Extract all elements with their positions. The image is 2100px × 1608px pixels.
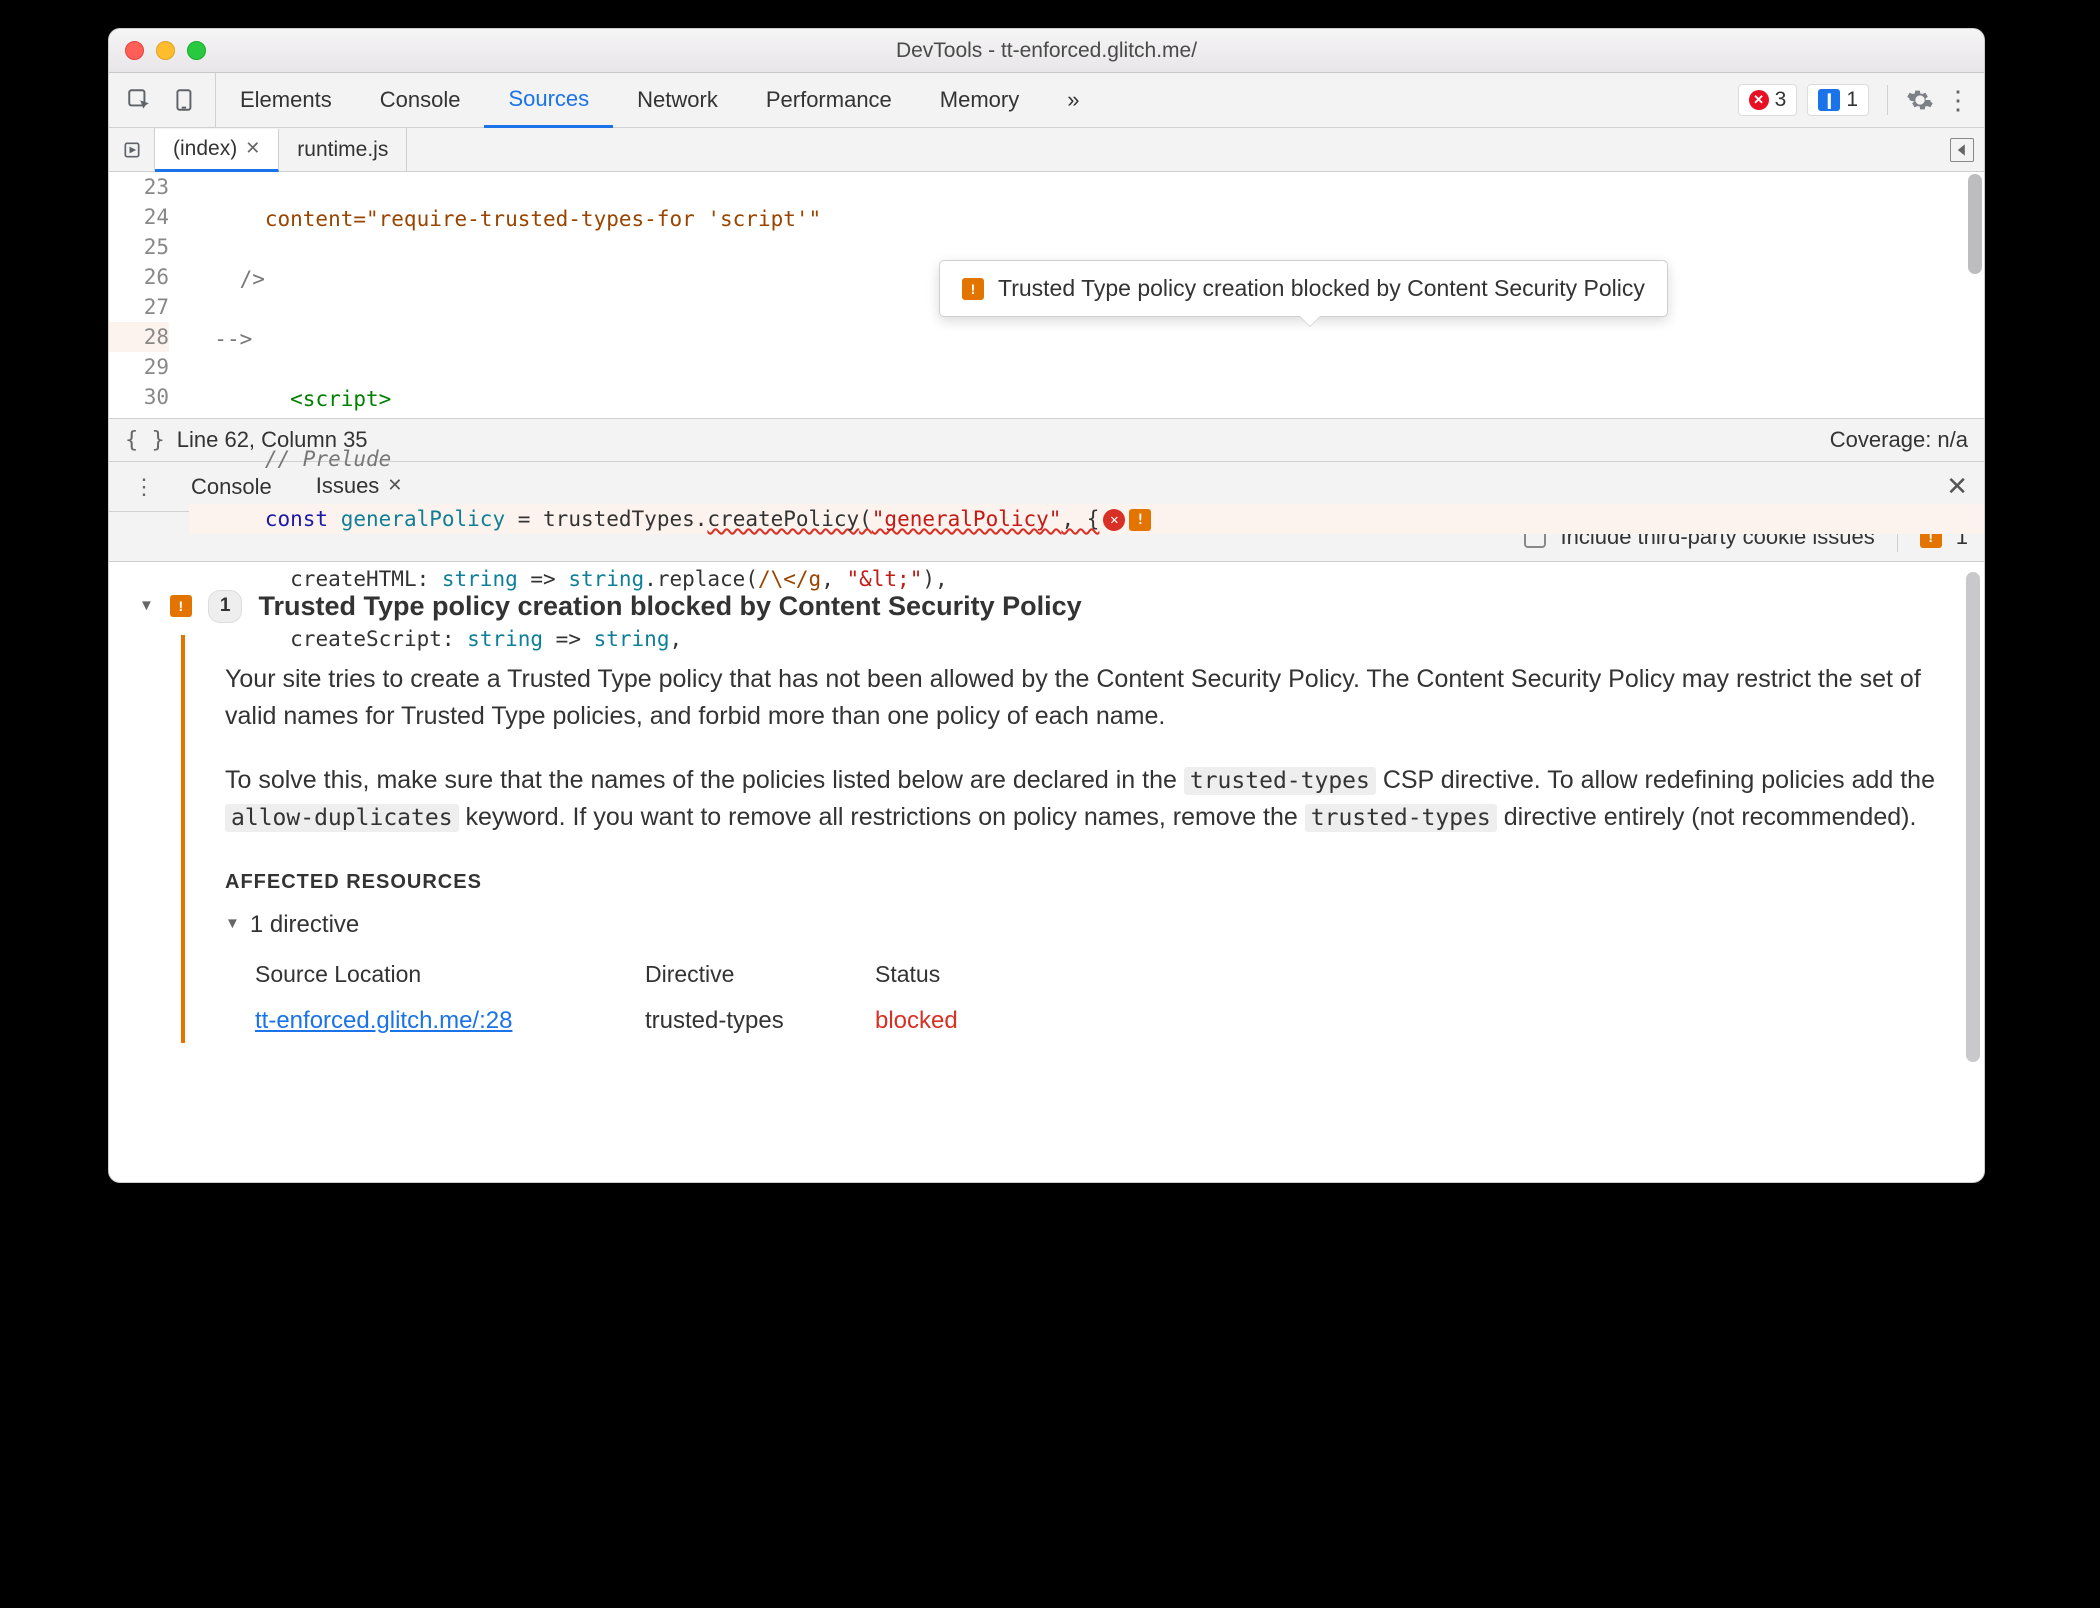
affected-table: Source Location Directive Status tt-enfo… bbox=[255, 953, 1954, 1044]
affected-resources-heading: AFFECTED RESOURCES bbox=[225, 867, 1954, 897]
resume-script-icon[interactable] bbox=[109, 128, 155, 171]
issue-header[interactable]: ▼ ! 1 Trusted Type policy creation block… bbox=[139, 586, 1954, 627]
separator bbox=[1887, 85, 1888, 115]
titlebar: DevTools - tt-enforced.glitch.me/ bbox=[109, 29, 1984, 73]
inline-tooltip: ! Trusted Type policy creation blocked b… bbox=[939, 260, 1668, 317]
devtools-window: DevTools - tt-enforced.glitch.me/ Elemen… bbox=[108, 28, 1985, 1183]
issue-title: Trusted Type policy creation blocked by … bbox=[258, 586, 1081, 627]
file-tabbar: (index) ✕ runtime.js bbox=[109, 128, 1984, 172]
warning-icon: ! bbox=[170, 595, 192, 617]
more-options-icon[interactable]: ⋮ bbox=[1944, 86, 1972, 114]
error-inline-icon[interactable]: ✕ bbox=[1103, 509, 1125, 531]
editor-scrollbar[interactable] bbox=[1968, 174, 1982, 274]
issue-paragraph: Your site tries to create a Trusted Type… bbox=[225, 661, 1954, 736]
tab-network[interactable]: Network bbox=[613, 73, 742, 127]
file-tab-label: (index) bbox=[173, 137, 237, 161]
directive-summary-row[interactable]: ▼ 1 directive bbox=[225, 907, 1954, 943]
table-row: tt-enforced.glitch.me/:28 trusted-types … bbox=[255, 999, 1954, 1043]
directive-summary: 1 directive bbox=[250, 907, 359, 943]
message-counter[interactable]: ❙ 1 bbox=[1807, 84, 1869, 116]
collapse-triangle-icon[interactable]: ▼ bbox=[225, 913, 240, 936]
error-count: 3 bbox=[1775, 88, 1787, 112]
warning-inline-icon[interactable]: ! bbox=[1129, 509, 1151, 531]
tab-sources[interactable]: Sources bbox=[484, 73, 613, 128]
tab-overflow[interactable]: » bbox=[1043, 73, 1103, 127]
code-editor[interactable]: 23 24 25 26 27 28 29 30 content="require… bbox=[109, 172, 1984, 418]
message-count: 1 bbox=[1846, 88, 1858, 112]
file-tab-index[interactable]: (index) ✕ bbox=[155, 129, 279, 172]
issue-count-badge: 1 bbox=[208, 590, 243, 623]
device-toolbar-icon[interactable] bbox=[171, 86, 199, 114]
tab-performance[interactable]: Performance bbox=[742, 73, 916, 127]
message-icon: ❙ bbox=[1818, 89, 1840, 111]
status-cell: blocked bbox=[875, 999, 1105, 1043]
file-tab-label: runtime.js bbox=[297, 138, 388, 162]
issues-scrollbar[interactable] bbox=[1966, 572, 1980, 1062]
directive-cell: trusted-types bbox=[645, 999, 875, 1043]
issue-content: Your site tries to create a Trusted Type… bbox=[181, 635, 1954, 1044]
tab-console[interactable]: Console bbox=[356, 73, 485, 127]
main-tabstrip: Elements Console Sources Network Perform… bbox=[109, 73, 1984, 128]
close-tab-icon[interactable]: ✕ bbox=[245, 138, 260, 159]
error-counter[interactable]: ✕ 3 bbox=[1738, 84, 1798, 116]
th-directive: Directive bbox=[645, 953, 875, 996]
issues-panel: ▼ ! 1 Trusted Type policy creation block… bbox=[109, 562, 1984, 1182]
table-header: Source Location Directive Status bbox=[255, 953, 1954, 996]
settings-gear-icon[interactable] bbox=[1906, 86, 1934, 114]
show-navigator-icon[interactable] bbox=[1950, 138, 1974, 162]
source-location-link[interactable]: tt-enforced.glitch.me/:28 bbox=[255, 1007, 512, 1034]
window-title: DevTools - tt-enforced.glitch.me/ bbox=[109, 39, 1984, 63]
th-source: Source Location bbox=[255, 953, 645, 996]
collapse-triangle-icon[interactable]: ▼ bbox=[139, 595, 154, 618]
file-tab-runtime[interactable]: runtime.js bbox=[279, 128, 407, 171]
warning-icon: ! bbox=[962, 278, 984, 300]
error-icon: ✕ bbox=[1749, 90, 1769, 110]
tab-elements[interactable]: Elements bbox=[216, 73, 356, 127]
inspect-element-icon[interactable] bbox=[125, 86, 153, 114]
tab-memory[interactable]: Memory bbox=[916, 73, 1043, 127]
tooltip-text: Trusted Type policy creation blocked by … bbox=[998, 275, 1645, 302]
th-status: Status bbox=[875, 953, 1105, 996]
issue-paragraph: To solve this, make sure that the names … bbox=[225, 762, 1954, 837]
line-gutter: 23 24 25 26 27 28 29 30 bbox=[109, 172, 179, 418]
